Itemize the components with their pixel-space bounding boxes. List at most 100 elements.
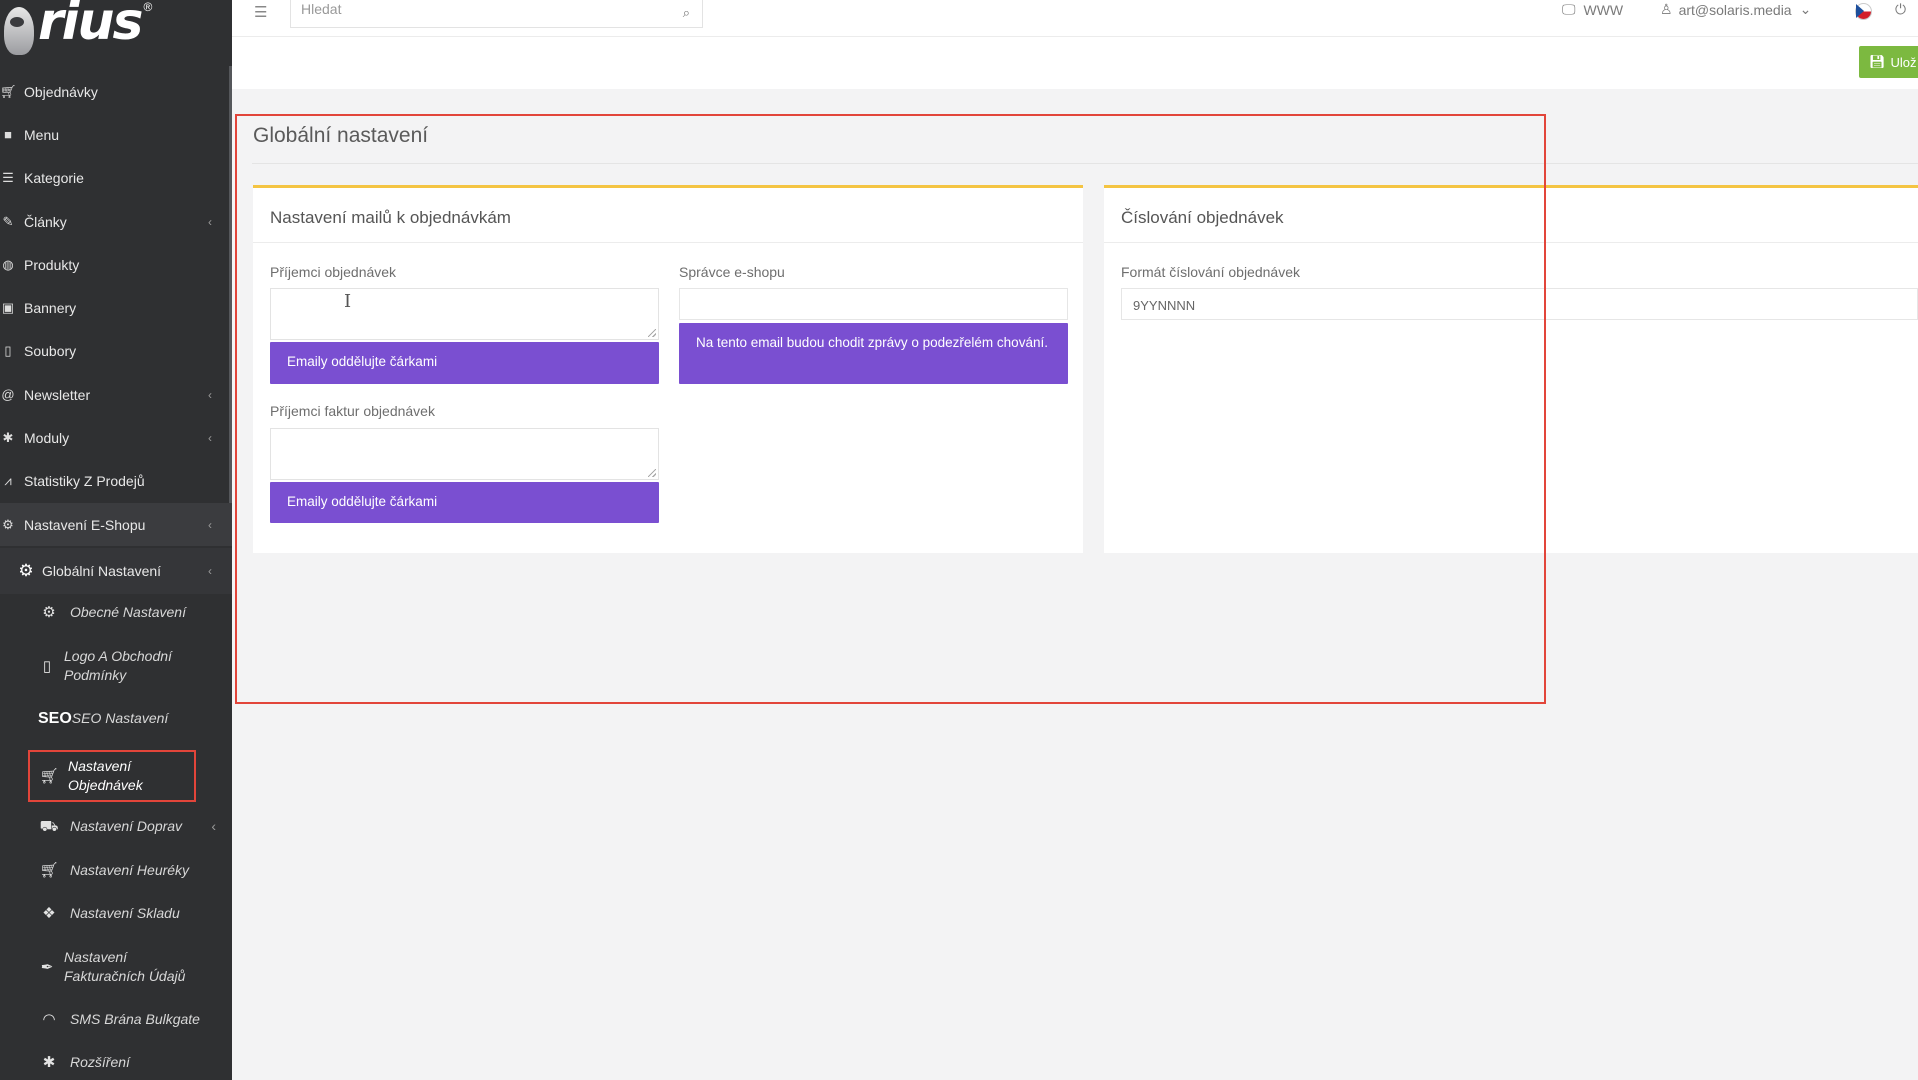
dropbox-icon: ❖: [42, 905, 56, 922]
subitem-label-line: Nastavení: [68, 758, 132, 774]
search-input[interactable]: Hledat ⌕: [290, 0, 703, 28]
subitem-obecne-nastaveni[interactable]: ⚙ Obecné Nastavení: [38, 603, 186, 622]
subitem-label: Nastavení Objednávek: [68, 757, 143, 795]
subitem-label-line: Fakturačních Údajů: [64, 968, 186, 984]
subitem-label: SMS Brána Bulkgate: [70, 1011, 200, 1027]
sidebar-item-moduly[interactable]: ✱ Moduly ‹: [0, 416, 232, 459]
seo-icon: SEO: [38, 710, 72, 727]
sidebar-item-objednavky[interactable]: 🛒︎ Objednávky: [0, 70, 232, 113]
subitem-label: Nastavení Heuréky: [70, 862, 190, 878]
logo[interactable]: rius ®: [0, 0, 232, 62]
gear-icon: ⚙: [18, 561, 34, 580]
sidebar-item-statistiky[interactable]: ⩘ Statistiky Z Prodejů: [0, 460, 232, 503]
astronaut-logo-icon: [4, 7, 34, 55]
cart-icon: 🛒︎: [39, 767, 59, 785]
sidebar-item-label: Články: [24, 213, 67, 230]
subitem-nastaveni-heureky[interactable]: 🛒︎ Nastavení Heuréky: [38, 861, 189, 880]
sidebar-item-menu[interactable]: ■ Menu: [0, 113, 232, 156]
settings-icon: ⚙: [2, 516, 14, 532]
chevron-left-icon: ‹: [208, 517, 212, 532]
user-menu[interactable]: ♙ art@solaris.media ⌄: [1660, 1, 1811, 18]
chevron-down-icon: ⌄: [1799, 1, 1812, 17]
chevron-left-icon: ‹: [208, 431, 212, 446]
sidebar-item-label: Bannery: [24, 300, 77, 317]
sidebar-item-bannery[interactable]: ▣ Bannery: [0, 286, 232, 329]
gauge-icon: ◠: [42, 1011, 56, 1028]
sidebar-item-clanky[interactable]: ✎ Články ‹: [0, 200, 232, 243]
subitem-nastaveni-doprav[interactable]: ⛟ Nastavení Doprav ‹: [38, 817, 216, 836]
subitem-label: SEO Nastavení: [71, 710, 169, 726]
sidebar-item-kategorie[interactable]: ☰ Kategorie: [0, 157, 232, 200]
www-link[interactable]: 🖵︎ WWW: [1562, 1, 1623, 18]
floppy-icon: 💾︎: [1869, 54, 1886, 69]
sidebar-item-label: Statistiky Z Prodejů: [24, 473, 145, 490]
sidebar-item-label: Moduly: [24, 430, 70, 447]
sidebar-item-globalni-nastaveni[interactable]: ⚙ Globální Nastavení ‹: [0, 548, 232, 594]
list-icon: ☰: [2, 170, 14, 186]
chevron-left-icon: ‹: [208, 214, 212, 229]
cart-icon: 🛒︎: [39, 862, 59, 879]
subitem-nastaveni-objednavek[interactable]: 🛒︎ Nastavení Objednávek: [28, 750, 196, 802]
subitem-label-line: Logo A Obchodní: [64, 648, 172, 664]
monitor-icon: 🖵︎: [1562, 1, 1576, 17]
subitem-logo-podminky[interactable]: ▯ Logo A Obchodní Podmínky: [36, 647, 172, 685]
logo-registered-mark: ®: [143, 0, 153, 14]
user-email: art@solaris.media: [1678, 1, 1792, 18]
text-cursor-icon: I: [344, 291, 352, 312]
czech-flag-icon: [1855, 3, 1872, 20]
subitem-nastaveni-skladu[interactable]: ❖ Nastavení Skladu: [38, 904, 180, 923]
power-icon: ⏻: [1895, 1, 1907, 17]
subitem-fakturacni-udaje[interactable]: ✒ Nastavení Fakturačních Údajů: [36, 948, 186, 986]
feather-icon: ✒: [40, 958, 54, 976]
sidebar-item-label: Soubory: [24, 343, 77, 360]
subitem-label: Rozšíření: [70, 1054, 130, 1070]
sidebar-item-label: Produkty: [24, 256, 80, 273]
subitem-sms-brana[interactable]: ◠ SMS Brána Bulkgate: [38, 1010, 200, 1029]
sidebar-item-label: Objednávky: [24, 83, 98, 100]
file-icon: ▯: [42, 657, 52, 675]
sidebar-item-newsletter[interactable]: @ Newsletter ‹: [0, 373, 232, 416]
subitem-label: Nastavení Doprav: [70, 818, 183, 834]
save-button[interactable]: 💾︎ Ulož: [1859, 46, 1918, 78]
sidebar-item-label: Nastavení E-Shopu: [24, 516, 146, 533]
topbar: ☰ Hledat ⌕ 🖵︎ WWW ♙ art@solaris.media ⌄ …: [232, 0, 1918, 37]
cart-icon: 🛒︎: [0, 83, 17, 99]
subitem-label-line: Objednávek: [68, 777, 143, 793]
gear-icon: ⚙: [42, 604, 56, 621]
subitem-label: Nastavení Fakturačních Údajů: [64, 948, 185, 986]
chevron-left-icon: ‹: [211, 818, 216, 834]
save-label: Ulož: [1890, 54, 1917, 70]
puzzle-icon: ✱: [42, 1054, 56, 1071]
chevron-left-icon: ‹: [208, 564, 212, 578]
sidebar-item-produkty[interactable]: ◍ Produkty: [0, 243, 232, 286]
subitem-label: Nastavení Skladu: [70, 905, 180, 921]
image-icon: ▣: [1, 300, 15, 316]
file-icon: ▯: [4, 343, 12, 359]
folder-icon: ■: [4, 127, 12, 143]
sidebar-item-label: Menu: [24, 126, 60, 143]
subitem-label: Logo A Obchodní Podmínky: [64, 647, 172, 685]
action-bar: 💾︎ Ulož: [232, 37, 1918, 89]
language-switch[interactable]: [1855, 3, 1872, 20]
sidebar-item-nastaveni-eshopu[interactable]: ⚙ Nastavení E-Shopu ‹: [0, 502, 232, 547]
sidebar-item-label: Kategorie: [24, 170, 84, 187]
subitem-label-line: Podmínky: [64, 667, 127, 683]
hamburger-menu-icon[interactable]: ☰: [254, 3, 267, 21]
pencil-icon: ✎: [2, 213, 14, 229]
logo-text: rius: [38, 0, 143, 52]
chevron-left-icon: ‹: [208, 387, 212, 402]
subitem-rozsireni[interactable]: ✱ Rozšíření: [38, 1053, 130, 1072]
subitem-label-line: Nastavení: [64, 949, 128, 965]
user-icon: ♙: [1660, 1, 1673, 17]
globe-icon: ◍: [2, 256, 14, 272]
search-icon[interactable]: ⌕: [683, 5, 690, 21]
www-label: WWW: [1583, 1, 1624, 18]
truck-icon: ⛟: [39, 818, 59, 835]
puzzle-icon: ✱: [2, 430, 14, 446]
sidebar-item-label: Globální Nastavení: [42, 563, 162, 579]
sidebar-item-soubory[interactable]: ▯ Soubory: [0, 330, 232, 373]
logout-button[interactable]: ⏻: [1895, 1, 1906, 18]
chart-line-icon: ⩘: [4, 473, 12, 489]
search-placeholder: Hledat: [301, 1, 342, 17]
subitem-seo-nastaveni[interactable]: SEO SEO Nastavení: [38, 709, 168, 728]
